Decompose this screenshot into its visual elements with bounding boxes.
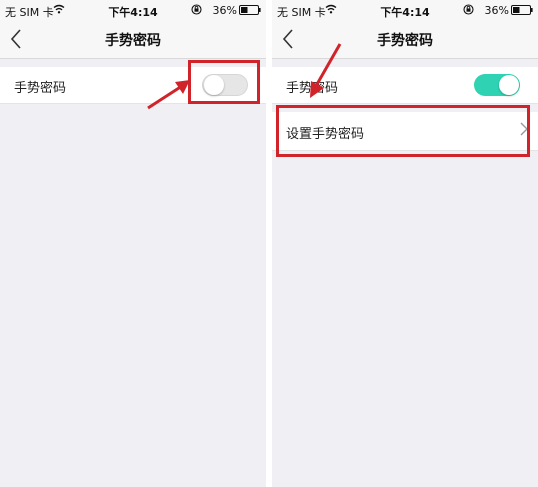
battery-percentage: 36% bbox=[212, 4, 237, 17]
phone-screen-left: 无 SIM 卡 下午4:14 36% 手势密码 手势密码 bbox=[0, 0, 266, 487]
battery-icon bbox=[239, 5, 261, 15]
toggle-knob bbox=[499, 75, 519, 95]
phone-screen-right: 无 SIM 卡 下午4:14 36% 手势密码 手势密码 设置手势密码 bbox=[272, 0, 538, 487]
page-title: 手势密码 bbox=[105, 33, 161, 49]
arrow-icon bbox=[147, 80, 190, 110]
status-bar: 无 SIM 卡 下午4:14 36% bbox=[0, 0, 266, 20]
toggle-highlight-box bbox=[188, 60, 260, 104]
status-bar: 无 SIM 卡 下午4:14 36% bbox=[272, 0, 538, 20]
arrow-icon bbox=[310, 43, 342, 98]
orientation-lock-icon bbox=[463, 4, 474, 15]
nav-bar: 手势密码 bbox=[0, 20, 266, 59]
orientation-lock-icon bbox=[191, 4, 202, 15]
battery-percentage: 36% bbox=[484, 4, 509, 17]
set-row-highlight-box bbox=[276, 105, 530, 157]
gesture-password-label: 手势密码 bbox=[14, 81, 67, 96]
battery-icon bbox=[511, 5, 533, 15]
gesture-password-toggle[interactable] bbox=[474, 74, 520, 96]
